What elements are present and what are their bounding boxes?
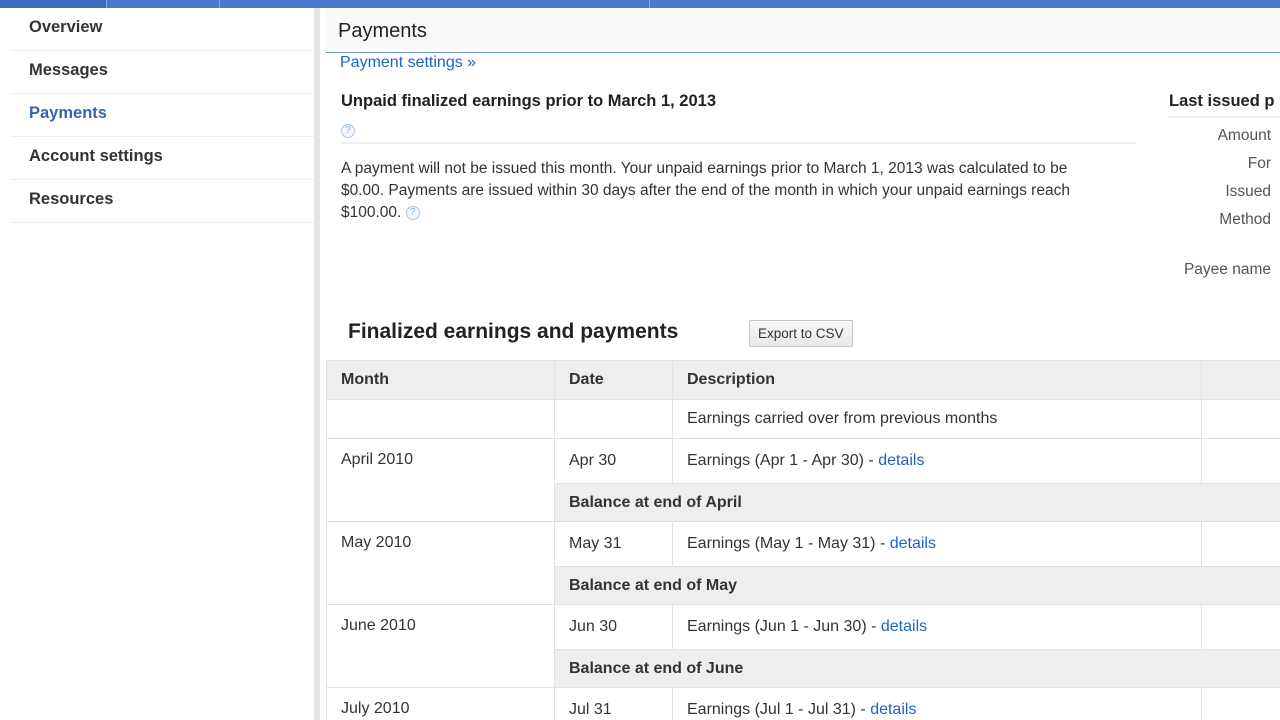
column-header-amount [1201, 360, 1280, 400]
column-header-month: Month [326, 360, 555, 400]
description-text: Earnings (Jul 1 - Jul 31) - [687, 701, 871, 718]
payment-settings-link[interactable]: Payment settings » [340, 54, 476, 72]
sidebar-item-account-settings[interactable]: Account settings [10, 137, 314, 180]
main-content: Payments Payment settings » Unpaid final… [326, 8, 1280, 720]
method-label: Method [1219, 211, 1271, 228]
export-csv-button[interactable]: Export to CSV [749, 320, 853, 347]
amount-label: Amount [1217, 127, 1271, 144]
details-link[interactable]: details [881, 618, 927, 635]
finalized-heading: Finalized earnings and payments [348, 320, 679, 343]
top-tab[interactable] [107, 0, 220, 8]
sidebar-item-payments[interactable]: Payments [10, 94, 314, 137]
for-label: For [1247, 155, 1271, 172]
top-nav-bar [0, 0, 1280, 8]
top-tab[interactable] [220, 0, 650, 8]
details-link[interactable]: details [890, 535, 936, 552]
unpaid-text: A payment will not be issued this month.… [341, 160, 1070, 221]
date-cell: Jul 31 [554, 687, 673, 720]
table-row: April 2010 Apr 30 Earnings (Apr 1 - Apr 30… [326, 438, 1280, 522]
description-cell: Earnings (May 1 - May 31) - details [672, 521, 1202, 567]
details-link[interactable]: details [878, 452, 924, 469]
date-cell: May 31 [554, 521, 673, 567]
last-issued-payment: Last issued p Amount For Issued Method P… [1169, 92, 1280, 284]
help-icon[interactable]: ? [341, 123, 355, 138]
table-row: July 2010 Jul 31 Earnings (Jul 1 - Jul 31)… [326, 687, 1280, 720]
month-cell: April 2010 [326, 438, 555, 522]
month-cell: July 2010 [326, 687, 555, 720]
column-header-description: Description [672, 360, 1202, 400]
month-cell: June 2010 [326, 604, 555, 688]
last-issued-heading: Last issued p [1169, 92, 1280, 118]
page-title: Payments [326, 8, 1280, 53]
sidebar-item-overview[interactable]: Overview [10, 8, 314, 51]
help-icon[interactable]: ? [405, 205, 420, 220]
description-cell: Earnings (Apr 1 - Apr 30) - details [672, 438, 1202, 484]
payee-name-label: Payee name [1183, 261, 1271, 278]
earnings-table: Month Date Description Earnings carried ov… [326, 360, 1280, 720]
sidebar-item-resources[interactable]: Resources [10, 180, 314, 223]
description-text: Earnings (May 1 - May 31) - [687, 535, 890, 552]
table-row: May 2010 May 31 Earnings (May 1 - May 31) … [326, 521, 1280, 605]
description-text: Earnings (Apr 1 - Apr 30) - [687, 452, 879, 469]
balance-label: Balance at end of May [554, 566, 1280, 605]
table-row: Earnings carried over from previous mont… [326, 399, 1280, 439]
description-text: Earnings (Jun 1 - Jun 30) - [687, 618, 881, 635]
table-row: June 2010 Jun 30 Earnings (Jun 1 - Jun 30)… [326, 604, 1280, 688]
top-tab[interactable] [0, 0, 107, 8]
sidebar: Overview Messages Payments Account setti… [0, 8, 320, 720]
carried-over-text: Earnings carried over from previous mont… [672, 399, 1202, 439]
column-header-date: Date [554, 360, 673, 400]
unpaid-heading: Unpaid finalized earnings prior to March… [341, 92, 717, 110]
date-cell: Apr 30 [554, 438, 673, 484]
balance-label: Balance at end of April [554, 483, 1280, 522]
sidebar-item-messages[interactable]: Messages [10, 51, 314, 94]
description-cell: Earnings (Jul 1 - Jul 31) - details [672, 687, 1202, 720]
details-link[interactable]: details [870, 701, 916, 718]
balance-label: Balance at end of June [554, 649, 1280, 688]
description-cell: Earnings (Jun 1 - Jun 30) - details [672, 604, 1202, 650]
month-cell: May 2010 [326, 521, 555, 605]
unpaid-earnings-section: Unpaid finalized earnings prior to March… [341, 92, 1136, 224]
date-cell: Jun 30 [554, 604, 673, 650]
issued-label: Issued [1225, 183, 1271, 200]
